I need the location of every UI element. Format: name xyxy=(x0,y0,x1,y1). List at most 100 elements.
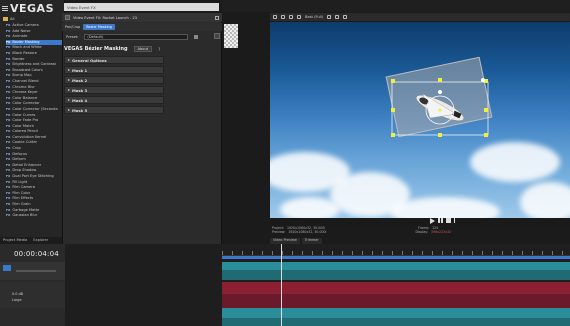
copy-snapshot-icon[interactable] xyxy=(335,15,340,19)
expand-icon xyxy=(68,69,70,71)
fx-label: Gaussian Blur xyxy=(12,213,38,218)
preset-delete-icon[interactable] xyxy=(214,33,220,39)
help-icon[interactable]: ? xyxy=(158,47,160,52)
ruler-tick xyxy=(402,251,403,255)
ruler-tick xyxy=(462,251,463,255)
tab-project-media[interactable]: Project Media xyxy=(0,237,30,244)
snapshot-icon[interactable] xyxy=(327,15,332,19)
dialog-window-title: Video Event FX xyxy=(67,4,96,10)
level-slider[interactable] xyxy=(16,270,56,272)
preview-value: 1920x1080x32, 30.000i xyxy=(288,230,327,234)
ruler-tick xyxy=(422,251,423,255)
section-mask-5[interactable]: Mask 5 xyxy=(64,106,164,114)
section-mask-2[interactable]: Mask 2 xyxy=(64,76,164,84)
preset-dropdown[interactable]: (Default) xyxy=(84,34,189,40)
timeline-ruler[interactable] xyxy=(222,244,570,256)
ruler-tick xyxy=(382,251,383,255)
fx-icon: FX xyxy=(6,213,11,218)
about-button[interactable]: About xyxy=(133,46,153,52)
fx-tree-root[interactable]: All xyxy=(3,17,14,21)
expand-icon xyxy=(68,59,70,61)
fx-chain-bar: Pan/Crop Bezier Masking xyxy=(62,23,222,31)
ruler-tick xyxy=(432,251,433,255)
ruler-tick xyxy=(272,251,273,255)
pause-icon[interactable] xyxy=(438,218,443,223)
plugin-title: VEGAS Bézier Masking xyxy=(64,46,128,52)
ruler-tick xyxy=(542,251,543,255)
track-color-icon xyxy=(3,265,11,271)
ruler-tick xyxy=(332,251,333,255)
preview-quality-dropdown[interactable]: Best (Full) xyxy=(305,15,323,19)
transparency-thumbnail xyxy=(224,24,238,48)
ruler-tick xyxy=(312,251,313,255)
left-panel-tabs: Project Media Explorer xyxy=(0,237,65,244)
plugin-header: VEGAS Bézier Masking About ? xyxy=(64,45,164,53)
plug-in-chain-icon[interactable] xyxy=(65,15,70,20)
external-monitor-icon[interactable] xyxy=(297,15,301,19)
menu-icon[interactable] xyxy=(2,6,8,11)
video-event-2[interactable] xyxy=(222,270,570,280)
ruler-tick xyxy=(282,251,283,255)
audio-event-1[interactable] xyxy=(222,282,570,294)
grid-icon[interactable] xyxy=(343,15,348,19)
dialog-titlebar[interactable]: Video Event FX xyxy=(64,3,219,11)
expand-icon xyxy=(68,109,70,111)
ruler-tick xyxy=(522,251,523,255)
audio-event-2[interactable] xyxy=(222,294,570,308)
ruler-tick xyxy=(452,251,453,255)
video-preview[interactable] xyxy=(270,22,570,218)
chain-item-pan-crop[interactable]: Pan/Crop xyxy=(65,25,80,29)
preview-toolbar: Best (Full) xyxy=(270,13,570,21)
section-mask-3[interactable]: Mask 3 xyxy=(64,86,164,94)
next-frame-icon[interactable] xyxy=(454,218,460,223)
ruler-tick xyxy=(222,251,223,255)
ruler-tick xyxy=(262,251,263,255)
tab-explorer[interactable]: Explorer xyxy=(30,237,51,244)
loop-region[interactable] xyxy=(222,256,570,259)
app-logo: VEGAS xyxy=(10,2,54,15)
video-event-3[interactable] xyxy=(222,308,570,318)
playhead[interactable] xyxy=(281,244,282,326)
ruler-tick xyxy=(232,251,233,255)
stop-icon[interactable] xyxy=(446,218,451,223)
section-mask-1[interactable]: Mask 1 xyxy=(64,66,164,74)
video-event-4[interactable] xyxy=(222,318,570,326)
timecode-display: 00:00:04:04 xyxy=(14,250,59,258)
audio-track-header[interactable]: 0.0 dB Large xyxy=(0,282,65,308)
ruler-tick xyxy=(252,251,253,255)
ruler-tick xyxy=(342,251,343,255)
split-screen-icon[interactable] xyxy=(281,15,285,19)
top-strip xyxy=(222,0,570,12)
preview-transport xyxy=(270,218,570,226)
track-label: Large xyxy=(12,298,22,302)
section-mask-4[interactable]: Mask 4 xyxy=(64,96,164,104)
display-label: Display: xyxy=(415,230,429,234)
ruler-tick xyxy=(362,251,363,255)
preview-label: Preview: xyxy=(272,230,286,234)
section-label: Mask 2 xyxy=(72,77,88,83)
ruler-tick xyxy=(472,251,473,255)
play-icon[interactable] xyxy=(430,218,435,224)
section-label: Mask 3 xyxy=(72,87,88,93)
ruler-tick xyxy=(562,251,563,255)
section-general-options[interactable]: General Options xyxy=(64,56,164,64)
section-label: Mask 1 xyxy=(72,67,88,73)
bezier-mask-overlay[interactable] xyxy=(270,22,570,218)
ruler-tick xyxy=(292,251,293,255)
overlays-icon[interactable] xyxy=(289,15,293,19)
fx-list-item[interactable]: FX Gaussian Blur xyxy=(6,213,63,219)
video-event-1[interactable] xyxy=(222,262,570,270)
track-level: 0.0 dB xyxy=(12,292,23,296)
section-label: Mask 4 xyxy=(72,97,88,103)
expand-icon xyxy=(68,89,70,91)
ruler-tick xyxy=(242,251,243,255)
app-header: VEGAS xyxy=(2,2,54,15)
chain-item-bezier-masking[interactable]: Bezier Masking xyxy=(83,24,115,30)
close-icon[interactable] xyxy=(215,15,219,20)
ruler-tick xyxy=(492,251,493,255)
save-preset-icon[interactable] xyxy=(194,35,199,39)
settings-icon[interactable] xyxy=(273,15,277,19)
video-track-header[interactable] xyxy=(0,262,65,280)
ruler-tick xyxy=(532,251,533,255)
preview-info: Project: 1920x1080x32, 30.000i Frame: 124 P… xyxy=(272,226,568,238)
